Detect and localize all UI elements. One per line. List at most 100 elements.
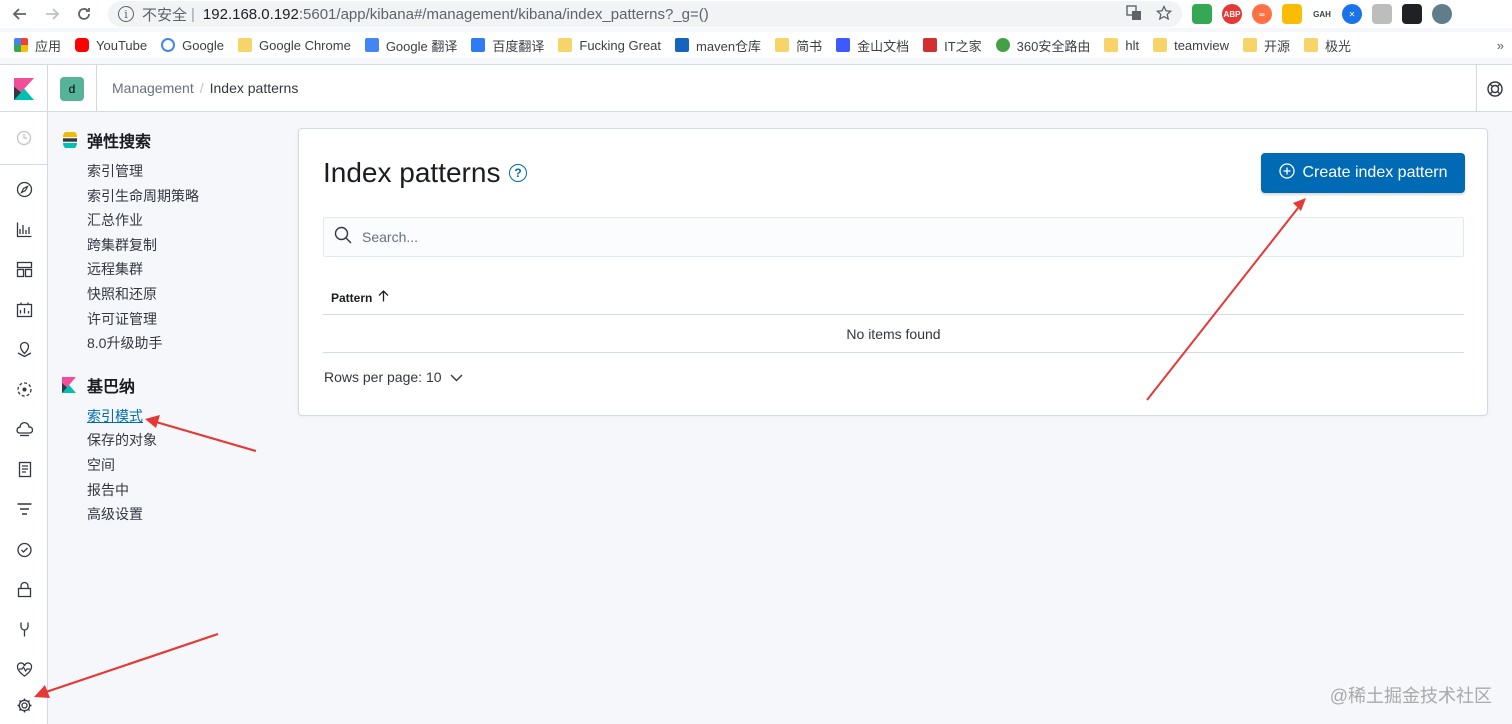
address-path: :5601/app/kibana#/management/kibana/inde… (298, 5, 709, 23)
google-translate-icon (364, 38, 379, 52)
profile-avatar-icon[interactable] (1432, 4, 1452, 24)
owl-extension-icon[interactable] (1402, 4, 1422, 24)
bookmark-item[interactable]: Google 翻译 (364, 36, 458, 55)
bookmark-item[interactable]: Fucking Great (558, 38, 661, 53)
search-field[interactable] (323, 217, 1464, 257)
sidebar-item-index-patterns[interactable]: 索引模式 (87, 404, 282, 429)
reload-icon[interactable] (68, 0, 100, 28)
space-avatar[interactable]: d (60, 77, 84, 101)
sidebar-item-advanced-settings[interactable]: 高级设置 (87, 502, 282, 527)
bookmark-item[interactable]: YouTube (75, 38, 147, 53)
address-separator: | (191, 5, 195, 23)
bookmark-item[interactable]: Google Chrome (238, 38, 351, 53)
bookmark-star-icon[interactable] (1155, 4, 1173, 25)
create-button-label: Create index pattern (1302, 164, 1448, 181)
kibana-side-nav (0, 112, 48, 724)
security-label: 不安全 (142, 6, 188, 24)
folder-icon (775, 38, 790, 52)
folder-icon (1304, 38, 1319, 52)
bookmarks-more-button[interactable]: » (1497, 38, 1504, 53)
bookmark-item[interactable]: maven仓库 (675, 36, 761, 55)
dev-tools-wrench-icon[interactable] (14, 619, 34, 639)
forward-arrow-icon[interactable] (36, 0, 68, 28)
sidebar-item-ilm-policies[interactable]: 索引生命周期策略 (87, 184, 282, 209)
kibana-section-title: 基巴纳 (62, 373, 282, 397)
sidebar-item-index-management[interactable]: 索引管理 (87, 159, 282, 184)
maven-icon (675, 38, 690, 52)
search-input[interactable] (362, 229, 1379, 245)
info-icon[interactable]: i (118, 6, 134, 22)
infrastructure-icon[interactable] (14, 419, 34, 439)
management-gear-icon[interactable] (14, 695, 34, 715)
folder-icon (1153, 38, 1168, 52)
stack-monitoring-heartbeat-icon[interactable] (14, 659, 34, 679)
shield-extension-icon[interactable] (1282, 4, 1302, 24)
sort-ascending-icon[interactable] (378, 290, 389, 305)
sidebar-item-reporting[interactable]: 报告中 (87, 478, 282, 503)
bookmark-item[interactable]: 应用 (14, 36, 61, 55)
bookmark-item[interactable]: IT之家 (923, 36, 982, 55)
breadcrumb-management[interactable]: Management (112, 80, 194, 96)
bookmark-label: Google 翻译 (385, 38, 458, 54)
translate-icon[interactable] (1126, 5, 1142, 25)
bookmark-label: IT之家 (944, 38, 982, 54)
create-index-pattern-button[interactable]: Create index pattern (1261, 153, 1465, 193)
bookmark-label: hlt (1125, 37, 1140, 53)
rows-per-page-button[interactable]: Rows per page: 10 (324, 369, 463, 385)
uptime-icon[interactable] (14, 539, 34, 559)
siem-lock-icon[interactable] (14, 579, 34, 599)
sidebar-item-spaces[interactable]: 空间 (87, 453, 282, 478)
bookmark-item[interactable]: 极光 (1304, 36, 1351, 55)
bookmark-label: 开源 (1264, 38, 1291, 54)
bookmark-item[interactable]: 简书 (775, 36, 822, 55)
sidebar-item-snapshot-restore[interactable]: 快照和还原 (87, 282, 282, 307)
machine-learning-icon[interactable] (14, 379, 34, 399)
discover-compass-icon[interactable] (14, 179, 34, 199)
bookmark-item[interactable]: Google (161, 38, 224, 53)
apm-icon[interactable] (14, 499, 34, 519)
visualize-chart-icon[interactable] (14, 219, 34, 239)
logs-icon[interactable] (14, 459, 34, 479)
qr-extension-icon[interactable] (1192, 4, 1212, 24)
address-host: 192.168.0.192 (202, 5, 299, 23)
sidebar-item-license-management[interactable]: 许可证管理 (87, 307, 282, 332)
extension-icons: ABP ∞ GAH ✕ (1192, 4, 1452, 24)
bookmark-item[interactable]: teamview (1153, 38, 1229, 53)
address-bar[interactable]: i 不安全 | 192.168.0.192 :5601/app/kibana#/… (108, 1, 1182, 27)
side-nav-divider (0, 164, 48, 165)
pen-extension-icon[interactable] (1372, 4, 1392, 24)
elasticsearch-logo-icon (62, 130, 78, 150)
bookmark-item[interactable]: 金山文档 (836, 36, 909, 55)
bookmark-item[interactable]: 360安全路由 (995, 36, 1090, 55)
bookmark-item[interactable]: 百度翻译 (471, 36, 544, 55)
sidebar-item-cross-cluster-replication[interactable]: 跨集群复制 (87, 233, 282, 258)
baidu-translate-icon (471, 38, 486, 52)
folder-icon (1104, 38, 1119, 52)
help-menu-icon[interactable] (1476, 65, 1512, 112)
folder-icon (1243, 38, 1258, 52)
bookmark-item[interactable]: 开源 (1243, 36, 1290, 55)
search-icon (334, 226, 352, 249)
canvas-icon[interactable] (14, 299, 34, 319)
infinity-extension-icon[interactable]: ∞ (1252, 4, 1272, 24)
sidebar-item-remote-clusters[interactable]: 远程集群 (87, 257, 282, 282)
bookmark-item[interactable]: hlt (1104, 38, 1139, 53)
sidebar-item-rollup-jobs[interactable]: 汇总作业 (87, 208, 282, 233)
pattern-column-header[interactable]: Pattern (331, 291, 372, 305)
kibana-logo-icon[interactable] (0, 65, 48, 112)
breadcrumb-current: Index patterns (209, 80, 299, 96)
rows-per-page-label: Rows per page: 10 (324, 369, 442, 385)
question-circle-icon[interactable]: ? (509, 164, 527, 182)
tools-extension-icon[interactable]: ✕ (1342, 4, 1362, 24)
adblock-extension-icon[interactable]: ABP (1222, 4, 1242, 24)
sidebar-item-saved-objects[interactable]: 保存的对象 (87, 428, 282, 453)
page-title: Index patterns (323, 157, 501, 188)
bookmark-label: Google (182, 37, 225, 53)
breadcrumb: Management / Index patterns (112, 80, 298, 96)
sidebar-item-upgrade-assistant[interactable]: 8.0升级助手 (87, 331, 282, 356)
recently-viewed-clock-icon[interactable] (14, 128, 34, 148)
gah-extension-icon[interactable]: GAH (1312, 4, 1332, 24)
dashboard-icon[interactable] (14, 259, 34, 279)
maps-icon[interactable] (14, 339, 34, 359)
back-arrow-icon[interactable] (4, 0, 36, 28)
